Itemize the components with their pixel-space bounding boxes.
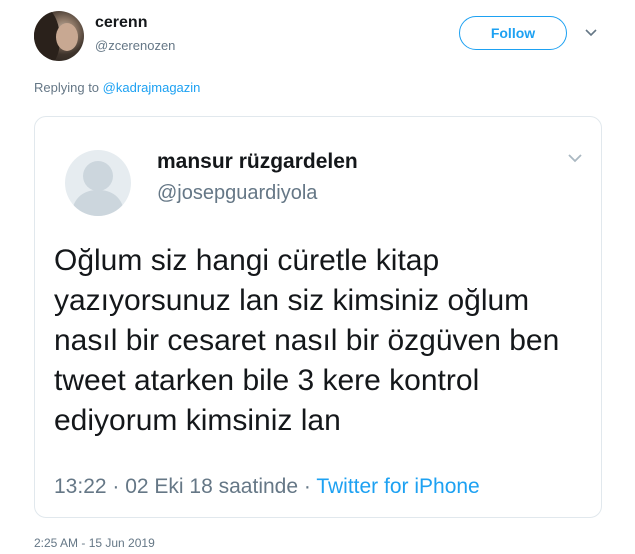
quoted-tweet-card[interactable]: mansur rüzgardelen @josepguardiyola Oğlu… — [34, 116, 602, 518]
meta-separator: · — [298, 475, 317, 498]
quoted-time[interactable]: 13:22 — [54, 475, 107, 498]
quoted-date[interactable]: 02 Eki 18 saatinde — [125, 475, 298, 498]
tweet-timestamp[interactable]: 2:25 AM - 15 Jun 2019 — [34, 536, 155, 550]
replying-mention[interactable]: @kadrajmagazin — [103, 80, 201, 95]
default-avatar-icon[interactable] — [65, 150, 131, 216]
chevron-down-icon[interactable] — [584, 26, 598, 40]
quoted-author-name[interactable]: mansur rüzgardelen — [157, 150, 358, 174]
quoted-source[interactable]: Twitter for iPhone — [316, 475, 479, 498]
follow-button[interactable]: Follow — [459, 16, 567, 50]
avatar-face — [56, 23, 78, 51]
author-handle[interactable]: @zcerenozen — [95, 38, 175, 53]
quoted-tweet-text: Oğlum siz hangi cüretle kitap yazıyorsun… — [54, 244, 560, 437]
follow-button-label: Follow — [490, 25, 536, 41]
chevron-down-icon[interactable] — [567, 150, 583, 166]
author-name[interactable]: cerenn — [95, 14, 147, 32]
replying-prefix: Replying to — [34, 80, 103, 95]
replying-to: Replying to @kadrajmagazin — [34, 80, 200, 95]
meta-separator: · — [106, 475, 126, 498]
avatar[interactable] — [34, 11, 84, 61]
quoted-tweet-meta: 13:22 · 02 Eki 18 saatinde · Twitter for… — [54, 475, 480, 499]
quoted-author-handle[interactable]: @josepguardiyola — [157, 182, 317, 205]
